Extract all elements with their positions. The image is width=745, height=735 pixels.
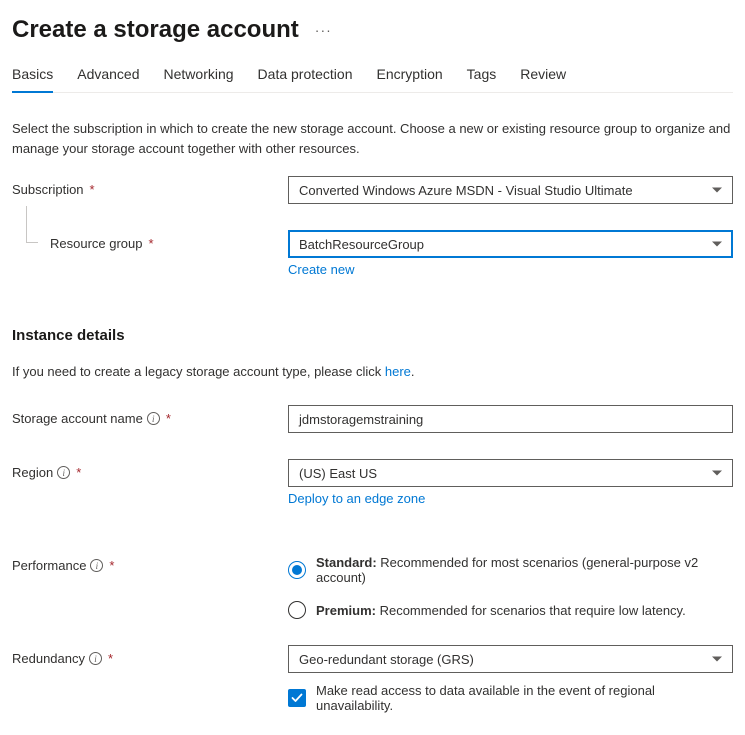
tab-encryption[interactable]: Encryption: [377, 66, 443, 92]
region-label: Region i *: [12, 459, 288, 480]
tab-tags[interactable]: Tags: [467, 66, 497, 92]
legacy-text: If you need to create a legacy storage a…: [12, 364, 733, 379]
intro-text: Select the subscription in which to crea…: [12, 119, 733, 158]
read-access-checkbox[interactable]: Make read access to data available in th…: [288, 683, 733, 713]
performance-label: Performance i *: [12, 552, 288, 573]
redundancy-select[interactable]: Geo-redundant storage (GRS): [288, 645, 733, 673]
redundancy-label: Redundancy i *: [12, 645, 288, 666]
info-icon[interactable]: i: [147, 412, 160, 425]
resource-group-select[interactable]: BatchResourceGroup: [288, 230, 733, 258]
radio-label: Standard: Recommended for most scenarios…: [316, 555, 733, 585]
info-icon[interactable]: i: [57, 466, 70, 479]
page-title: Create a storage account: [12, 16, 299, 44]
checkbox-icon: [288, 689, 306, 707]
subscription-label: Subscription*: [12, 176, 288, 197]
tab-data-protection[interactable]: Data protection: [258, 66, 353, 92]
subscription-select[interactable]: Converted Windows Azure MSDN - Visual St…: [288, 176, 733, 204]
storage-account-name-input[interactable]: jdmstoragemstraining: [288, 405, 733, 433]
performance-premium-radio[interactable]: Premium: Recommended for scenarios that …: [288, 601, 733, 619]
info-icon[interactable]: i: [90, 559, 103, 572]
checkbox-label: Make read access to data available in th…: [316, 683, 733, 713]
info-icon[interactable]: i: [89, 652, 102, 665]
section-heading-instance-details: Instance details: [12, 327, 733, 344]
radio-label: Premium: Recommended for scenarios that …: [316, 603, 686, 618]
radio-icon: [288, 561, 306, 579]
deploy-edge-zone-link[interactable]: Deploy to an edge zone: [288, 491, 425, 506]
tab-basics[interactable]: Basics: [12, 66, 53, 92]
create-new-resource-group-link[interactable]: Create new: [288, 262, 354, 277]
tab-bar: Basics Advanced Networking Data protecti…: [12, 66, 733, 93]
storage-account-name-label: Storage account name i *: [12, 405, 288, 426]
legacy-here-link[interactable]: here: [385, 364, 411, 379]
more-menu-button[interactable]: ···: [311, 20, 336, 40]
resource-group-label: Resource group*: [12, 230, 288, 251]
tab-advanced[interactable]: Advanced: [77, 66, 139, 92]
performance-radio-group: Standard: Recommended for most scenarios…: [288, 552, 733, 619]
radio-icon: [288, 601, 306, 619]
tab-networking[interactable]: Networking: [164, 66, 234, 92]
performance-standard-radio[interactable]: Standard: Recommended for most scenarios…: [288, 555, 733, 585]
tab-review[interactable]: Review: [520, 66, 566, 92]
region-select[interactable]: (US) East US: [288, 459, 733, 487]
